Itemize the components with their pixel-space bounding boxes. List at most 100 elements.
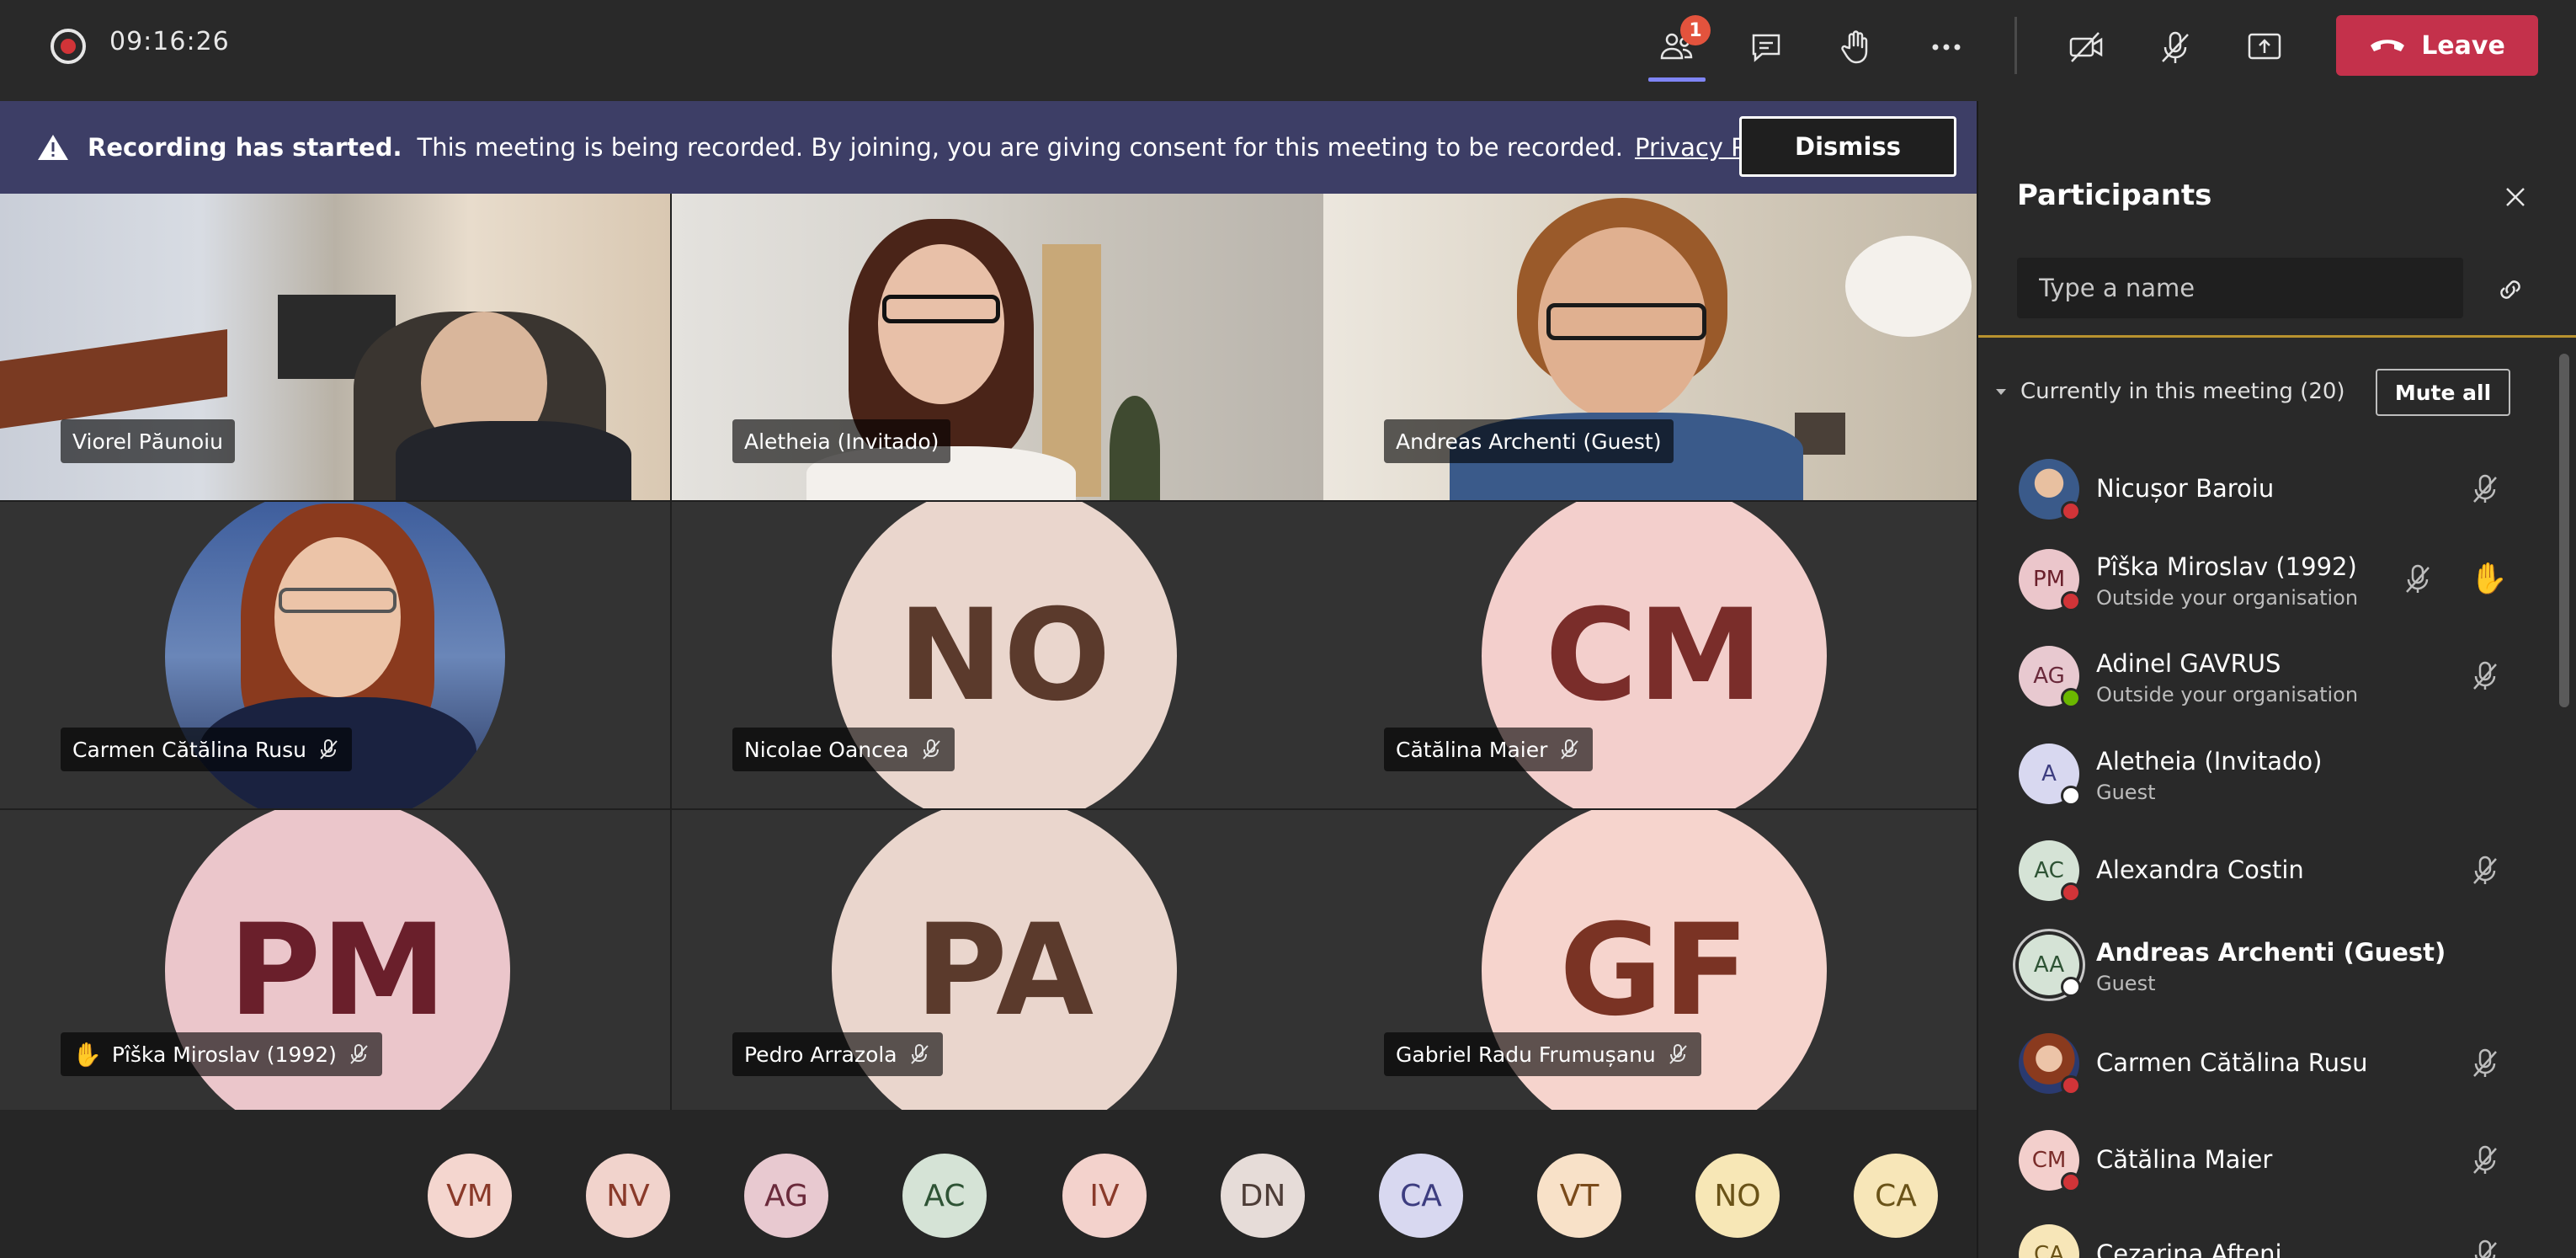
share-invite-icon[interactable] (2494, 273, 2527, 307)
participant-name: Pîška Miroslav (1992) (111, 1042, 337, 1067)
mic-off-icon (2468, 659, 2502, 693)
participant-mini-avatar[interactable]: AC (902, 1154, 987, 1238)
participant-name: Adinel GAVRUS (2096, 649, 2281, 678)
presence-status-icon (2061, 688, 2081, 708)
close-icon[interactable] (2500, 182, 2531, 212)
participant-name-tag: Andreas Archenti (Guest) (1384, 419, 1674, 463)
video-tile[interactable]: PM ✋ Pîška Miroslav (1992) (0, 810, 670, 1110)
participant-row[interactable]: AA Andreas Archenti (Guest) Guest (1978, 916, 2559, 1009)
participant-mini-avatar[interactable]: CA (1854, 1154, 1938, 1238)
participant-subtitle: Outside your organisation (2096, 586, 2359, 610)
participant-row[interactable]: CA Cezarina Afteni (1978, 1206, 2559, 1258)
participant-name: Nicușor Baroiu (2096, 474, 2275, 503)
section-toggle[interactable]: Currently in this meeting (20) (1993, 379, 2345, 404)
participant-avatar (2019, 459, 2081, 521)
video-grid: Viorel Păunoiu Aletheia (Invitado) Andre… (0, 194, 1977, 1110)
video-tile[interactable]: Carmen Cătălina Rusu (0, 502, 670, 808)
participant-name-tag: Viorel Păunoiu (61, 419, 235, 463)
mic-off-icon (350, 1044, 368, 1064)
video-tile[interactable]: Viorel Păunoiu (0, 194, 670, 500)
participant-avatar: AG (2019, 646, 2081, 708)
participant-row[interactable]: AC Alexandra Costin (1978, 822, 2559, 914)
banner-title: Recording has started. (88, 133, 402, 162)
mic-off-icon (922, 739, 940, 760)
participant-search-input[interactable] (2017, 258, 2463, 318)
presence-status-icon (2061, 1075, 2081, 1095)
participant-name-tag: Carmen Cătălina Rusu (61, 728, 353, 771)
participant-name: Cezarina Afteni (2096, 1239, 2282, 1258)
participant-row[interactable]: Carmen Cătălina Rusu (1978, 1015, 2559, 1107)
participant-row[interactable]: Nicușor Baroiu (1978, 440, 2559, 533)
participant-mini-avatar[interactable]: CA (1379, 1154, 1463, 1238)
chevron-down-icon (1996, 389, 2006, 395)
section-label: Currently in this meeting (20) (2020, 379, 2345, 404)
more-actions-button[interactable] (1919, 22, 1973, 72)
participant-row[interactable]: CM Cătălina Maier (1978, 1111, 2559, 1204)
participant-name: Cătălina Maier (1396, 737, 1548, 762)
participant-mini-avatar[interactable]: NV (586, 1154, 670, 1238)
participant-avatar: AC (2019, 840, 2081, 903)
participant-avatar: CA (2019, 1224, 2079, 1258)
presence-status-icon (2061, 977, 2081, 997)
video-tile[interactable]: GF Gabriel Radu Frumușanu (1323, 810, 1977, 1110)
recording-icon (51, 29, 86, 64)
mic-off-icon (1669, 1044, 1687, 1064)
participant-mini-avatar[interactable]: VT (1537, 1154, 1621, 1238)
participant-name: Aletheia (Invitado) (2096, 747, 2323, 776)
meeting-toolbar: 09:16:26 1 Leave (0, 0, 2576, 101)
mic-off-icon (2468, 1047, 2502, 1080)
participant-mini-avatar[interactable]: VM (428, 1154, 512, 1238)
toolbar-divider (2014, 17, 2017, 74)
video-tile[interactable]: PA Pedro Arrazola (672, 810, 1342, 1110)
presence-status-icon (2061, 882, 2081, 903)
participants-count-badge: 1 (1680, 15, 1711, 45)
presence-status-icon (2061, 501, 2081, 521)
mic-off-icon (2468, 1143, 2502, 1177)
video-tile[interactable]: NO Nicolae Oancea (672, 502, 1342, 808)
participant-mini-avatar[interactable]: DN (1221, 1154, 1305, 1238)
share-screen-icon (2248, 33, 2281, 60)
participants-panel: Participants Currently in this meeting (… (1977, 101, 2576, 1258)
scrollbar[interactable] (2559, 354, 2569, 707)
chat-button[interactable] (1739, 22, 1793, 72)
participant-row[interactable]: A Aletheia (Invitado) Guest (1978, 725, 2559, 818)
dismiss-button[interactable]: Dismiss (1739, 116, 1956, 177)
leave-button[interactable]: Leave (2336, 15, 2538, 76)
participant-initials: PM (2032, 567, 2066, 592)
share-screen-button[interactable] (2238, 22, 2291, 72)
mic-toggle-button[interactable] (2148, 22, 2202, 72)
raise-hand-button[interactable] (1828, 22, 1882, 72)
participant-name-tag: ✋ Pîška Miroslav (1992) (61, 1032, 382, 1076)
participant-initials: CM (2031, 1148, 2067, 1173)
participant-name: Andreas Archenti (Guest) (1396, 429, 1662, 454)
participant-initials: AC (2034, 858, 2064, 883)
more-icon (1932, 44, 1961, 51)
participant-name: Aletheia (Invitado) (744, 429, 939, 454)
participant-name: Carmen Cătălina Rusu (2096, 1048, 2368, 1077)
mute-all-button[interactable]: Mute all (2376, 369, 2510, 416)
video-tile[interactable]: Andreas Archenti (Guest) (1323, 194, 1977, 500)
active-indicator (1648, 77, 1706, 82)
participant-row[interactable]: AG Adinel GAVRUS Outside your organisation (1978, 627, 2559, 720)
video-tile[interactable]: Aletheia (Invitado) (672, 194, 1342, 500)
participant-mini-avatar[interactable]: AG (744, 1154, 828, 1238)
participant-mini-avatar[interactable]: IV (1062, 1154, 1147, 1238)
participant-name: Nicolae Oancea (744, 737, 909, 762)
participant-name-tag: Pedro Arrazola (732, 1032, 943, 1076)
participant-avatar: PM (2019, 549, 2081, 611)
participant-name: Cătălina Maier (2096, 1145, 2273, 1174)
participant-row[interactable]: PM Pîška Miroslav (1992) Outside your orga… (1978, 530, 2559, 623)
video-tile[interactable]: CM Cătălina Maier (1323, 502, 1977, 808)
participant-avatar (2019, 1033, 2081, 1095)
participant-subtitle: Outside your organisation (2096, 683, 2359, 706)
mic-off-icon (1561, 739, 1579, 760)
camera-toggle-button[interactable] (2059, 22, 2113, 72)
participant-name-tag: Aletheia (Invitado) (732, 419, 951, 463)
participant-mini-avatar[interactable]: NO (1695, 1154, 1780, 1238)
mic-off-icon (2162, 31, 2189, 63)
participant-name: Carmen Cătălina Rusu (72, 737, 307, 762)
participant-subtitle: Guest (2096, 781, 2156, 804)
participant-name: Pedro Arrazola (744, 1042, 897, 1067)
warning-icon (38, 135, 68, 160)
presence-status-icon (2061, 1172, 2081, 1192)
